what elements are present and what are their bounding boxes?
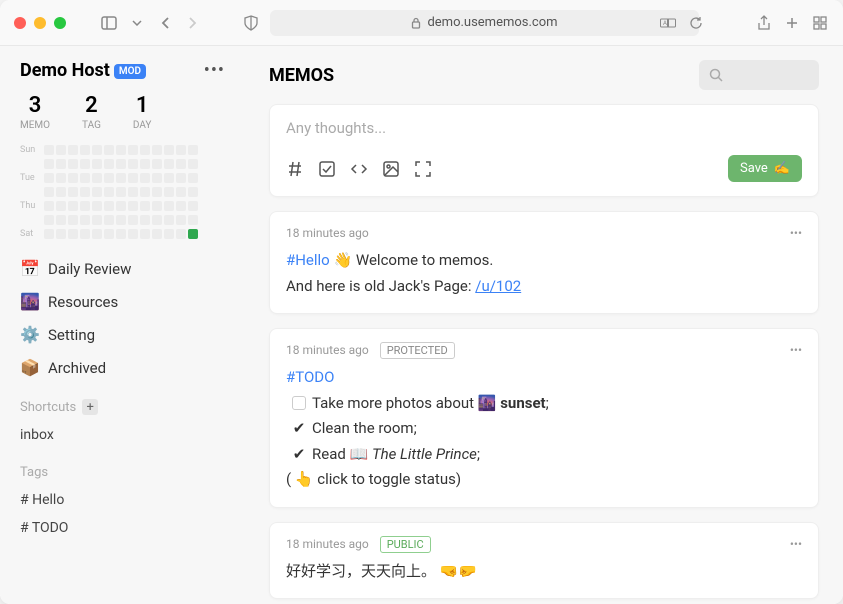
tag-hello[interactable]: # Hello	[20, 492, 225, 508]
translate-icon[interactable]: A	[659, 14, 677, 32]
nav-archived[interactable]: 📦Archived	[20, 358, 225, 377]
new-tab-icon[interactable]	[783, 14, 801, 32]
stat-tag[interactable]: 2 TAG	[82, 93, 101, 131]
memo-time: 18 minutes ago	[286, 226, 369, 240]
sunset-icon: 🌆	[478, 394, 497, 412]
tags-header: Tags	[20, 465, 225, 480]
traffic-lights	[14, 17, 66, 29]
memo-card: 18 minutes ago ••• #Hello 👋 Welcome to m…	[269, 211, 819, 314]
url-text: demo.usememos.com	[427, 15, 557, 30]
memo-card: 18 minutes ago PUBLIC ••• 好好学习，天天向上。 🤜🤛	[269, 522, 819, 600]
back-button[interactable]	[156, 14, 174, 32]
url-bar[interactable]: demo.usememos.com	[270, 10, 699, 36]
activity-heatmap[interactable]: Sun Tue Thu Sat	[20, 143, 225, 241]
nav-setting[interactable]: ⚙️Setting	[20, 325, 225, 344]
search-icon	[709, 68, 723, 82]
memo-time: 18 minutes ago	[286, 537, 369, 551]
tag-todo[interactable]: # TODO	[20, 520, 225, 536]
main-content: MEMOS Any thoughts...	[245, 46, 843, 604]
memo-time: 18 minutes ago	[286, 343, 369, 357]
svg-text:A: A	[663, 20, 667, 27]
sidebar: Demo Host MOD ••• 3 MEMO 2 TAG 1 DAY	[0, 46, 245, 604]
done-check-icon[interactable]: ✔	[292, 442, 306, 468]
profile-name[interactable]: Demo Host MOD	[20, 60, 146, 81]
stat-day[interactable]: 1 DAY	[133, 93, 152, 131]
mod-badge: MOD	[114, 64, 146, 79]
chevron-down-icon[interactable]	[128, 14, 146, 32]
visibility-protected-badge: PROTECTED	[380, 342, 455, 359]
nav-daily-review[interactable]: 📅Daily Review	[20, 259, 225, 278]
save-button[interactable]: Save ✍️	[728, 155, 802, 182]
fullscreen-icon[interactable]	[414, 160, 432, 178]
checkbox-icon[interactable]	[318, 160, 336, 178]
shield-icon[interactable]	[242, 14, 260, 32]
shortcuts-header: Shortcuts +	[20, 399, 225, 415]
visibility-public-badge: PUBLIC	[380, 536, 431, 553]
stat-memo[interactable]: 3 MEMO	[20, 93, 50, 131]
memo-card: 18 minutes ago PROTECTED ••• #TODO Take …	[269, 328, 819, 508]
more-menu-icon[interactable]: •••	[204, 60, 225, 81]
book-icon: 📖	[350, 445, 369, 463]
search-input[interactable]	[699, 60, 819, 90]
lock-icon	[411, 17, 421, 29]
add-shortcut-button[interactable]: +	[82, 399, 98, 415]
done-check-icon[interactable]: ✔	[292, 416, 306, 442]
nav-resources[interactable]: 🌆Resources	[20, 292, 225, 311]
share-icon[interactable]	[755, 14, 773, 32]
memo-tag-hello[interactable]: #Hello	[286, 251, 330, 269]
writing-hand-icon: ✍️	[774, 161, 790, 176]
maximize-window[interactable]	[54, 17, 66, 29]
browser-chrome: demo.usememos.com A	[0, 0, 843, 46]
memo-tag-todo[interactable]: #TODO	[286, 368, 334, 386]
point-up-icon: 👆	[295, 470, 314, 488]
editor-textarea[interactable]: Any thoughts...	[286, 119, 802, 137]
sidebar-toggle-icon[interactable]	[100, 14, 118, 32]
fist-bump-icon: 🤜🤛	[440, 562, 477, 580]
resources-icon: 🌆	[20, 292, 38, 311]
page-title: MEMOS	[269, 65, 334, 86]
user-link[interactable]: /u/102	[475, 277, 521, 295]
memo-editor: Any thoughts... Save ✍️	[269, 104, 819, 197]
shortcut-inbox[interactable]: inbox	[20, 427, 225, 443]
forward-button[interactable]	[184, 14, 202, 32]
memo-more-icon[interactable]: •••	[790, 343, 802, 357]
memo-more-icon[interactable]: •••	[790, 537, 802, 551]
memo-more-icon[interactable]: •••	[790, 226, 802, 240]
hashtag-icon[interactable]	[286, 160, 304, 178]
wave-icon: 👋	[333, 251, 352, 269]
tabs-grid-icon[interactable]	[811, 14, 829, 32]
stats-row: 3 MEMO 2 TAG 1 DAY	[20, 93, 225, 131]
code-icon[interactable]	[350, 160, 368, 178]
calendar-icon: 📅	[20, 259, 38, 278]
close-window[interactable]	[14, 17, 26, 29]
image-icon[interactable]	[382, 160, 400, 178]
todo-checkbox[interactable]	[292, 396, 306, 410]
archive-icon: 📦	[20, 358, 38, 377]
refresh-icon[interactable]	[687, 14, 705, 32]
minimize-window[interactable]	[34, 17, 46, 29]
gear-icon: ⚙️	[20, 325, 38, 344]
